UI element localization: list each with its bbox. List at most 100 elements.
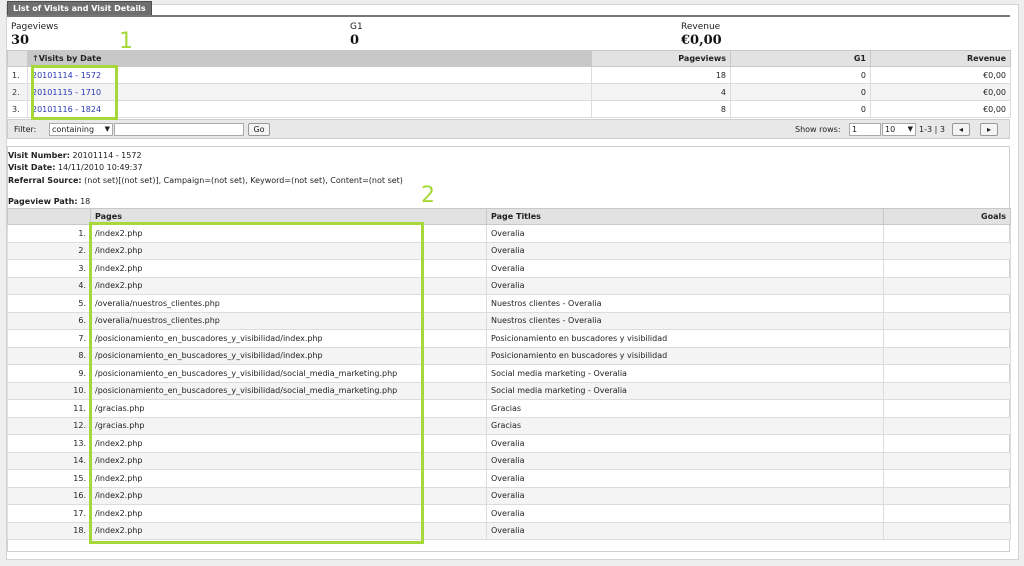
table-row: 16./index2.php Overalia — [7, 486, 1011, 505]
visit-cell: 20101114 - 1572 — [27, 66, 592, 84]
filter-label: Filter: — [14, 125, 37, 134]
g1-cell: 0 — [730, 83, 871, 101]
pageviews-header[interactable]: Pageviews — [591, 50, 731, 67]
page-title-cell: Overalia — [486, 486, 884, 505]
page-cell: /index2.php — [90, 224, 487, 243]
go-button[interactable]: Go — [248, 123, 270, 136]
table-row: 7./posicionamiento_en_buscadores_y_visib… — [7, 329, 1011, 348]
pages-header[interactable]: Pages — [90, 208, 487, 225]
page-title-cell: Overalia — [486, 504, 884, 523]
table-row: 6./overalia/nuestros_clientes.php Nuestro… — [7, 311, 1011, 330]
referral-line: Referral Source: (not set)[(not set)], C… — [8, 176, 403, 185]
filter-mode-value: containing — [52, 125, 95, 134]
page-titles-header[interactable]: Page Titles — [486, 208, 884, 225]
rows-per-page-value: 10 — [885, 125, 896, 134]
visit-number-label: Visit Number: — [8, 151, 70, 160]
page-cell: /gracias.php — [90, 416, 487, 435]
summary-label: Revenue — [681, 22, 721, 32]
table-row: 17./index2.php Overalia — [7, 504, 1011, 523]
visit-date-line: Visit Date: 14/11/2010 10:49:37 — [8, 163, 143, 172]
pageviews-cell: 4 — [591, 83, 731, 101]
row-index: 2. — [7, 241, 91, 260]
table-row: 2./index2.php Overalia — [7, 241, 1011, 260]
visit-number-line: Visit Number: 20101114 - 1572 — [8, 151, 142, 160]
goals-cell — [883, 504, 1011, 523]
page-title-cell: Overalia — [486, 434, 884, 453]
table-row: 10./posicionamiento_en_buscadores_y_visi… — [7, 381, 1011, 400]
pageview-path-value: 18 — [80, 197, 91, 206]
row-index: 3. — [7, 259, 91, 278]
row-index: 9. — [7, 364, 91, 383]
row-index: 15. — [7, 469, 91, 488]
goals-cell — [883, 364, 1011, 383]
next-page-button[interactable]: ▸ — [980, 123, 998, 136]
row-index: 16. — [7, 486, 91, 505]
filter-mode-select[interactable]: containing ▼ — [49, 123, 113, 136]
row-index: 5. — [7, 294, 91, 313]
start-row-input[interactable]: 1 — [849, 123, 881, 136]
chevron-left-icon: ◂ — [958, 125, 963, 134]
revenue-header[interactable]: Revenue — [870, 50, 1011, 67]
g1-header[interactable]: G1 — [730, 50, 871, 67]
chevron-down-icon: ▼ — [104, 125, 110, 133]
table-row: 18./index2.php Overalia — [7, 521, 1011, 540]
row-index: 3. — [7, 100, 28, 118]
page-title-cell: Overalia — [486, 224, 884, 243]
page-title-cell: Overalia — [486, 451, 884, 470]
summary-value: €0,00 — [681, 33, 722, 48]
page-title-cell: Social media marketing - Overalia — [486, 364, 884, 383]
row-index: 18. — [7, 521, 91, 540]
table-row: 13./index2.php Overalia — [7, 434, 1011, 453]
visit-link[interactable]: 20101116 - 1824 — [32, 105, 101, 114]
goals-cell — [883, 381, 1011, 400]
visits-header-row: ↑Visits by Date Pageviews G1 Revenue — [7, 50, 1011, 67]
filter-bar: Filter: containing ▼ Go Show rows: 1 10 … — [7, 119, 1010, 139]
visit-link[interactable]: 20101115 - 1710 — [32, 88, 101, 97]
show-rows-label: Show rows: — [795, 125, 841, 134]
page-cell: /overalia/nuestros_clientes.php — [90, 294, 487, 313]
goals-cell — [883, 486, 1011, 505]
index-header — [7, 50, 28, 67]
row-index: 17. — [7, 504, 91, 523]
page-title-cell: Overalia — [486, 469, 884, 488]
summary-g1: G1 0 — [350, 22, 363, 48]
page-title-cell: Overalia — [486, 259, 884, 278]
index-header — [7, 208, 91, 225]
pageview-path-label: Pageview Path: — [8, 197, 78, 206]
goals-cell — [883, 416, 1011, 435]
row-index: 2. — [7, 83, 28, 101]
pageview-path-table: Pages Page Titles Goals 1./index2.php Ove… — [7, 208, 1011, 540]
chevron-right-icon: ▸ — [986, 125, 991, 134]
table-row: 2. 20101115 - 1710 4 0 €0,00 — [7, 83, 1011, 101]
goals-cell — [883, 241, 1011, 260]
filter-input[interactable] — [114, 123, 244, 136]
row-index: 13. — [7, 434, 91, 453]
sort-arrow-icon: ↑ — [32, 54, 39, 63]
table-row: 14./index2.php Overalia — [7, 451, 1011, 470]
page-title-cell: Nuestros clientes - Overalia — [486, 311, 884, 330]
revenue-cell: €0,00 — [870, 100, 1011, 118]
goals-cell — [883, 259, 1011, 278]
prev-page-button[interactable]: ◂ — [952, 123, 970, 136]
annotation-number: 1 — [119, 29, 133, 54]
goals-cell — [883, 399, 1011, 418]
page-cell: /index2.php — [90, 486, 487, 505]
header-label: Visits by Date — [38, 54, 102, 63]
page-cell: /index2.php — [90, 434, 487, 453]
goals-header[interactable]: Goals — [883, 208, 1011, 225]
table-row: 15./index2.php Overalia — [7, 469, 1011, 488]
report-tab[interactable]: List of Visits and Visit Details — [7, 1, 152, 15]
visit-number-value: 20101114 - 1572 — [72, 151, 142, 160]
row-index: 4. — [7, 276, 91, 295]
rows-per-page-select[interactable]: 10 ▼ — [882, 123, 916, 136]
goals-cell — [883, 294, 1011, 313]
page-cell: /posicionamiento_en_buscadores_y_visibil… — [90, 364, 487, 383]
summary-value: 0 — [350, 33, 360, 48]
visits-by-date-header[interactable]: ↑Visits by Date — [27, 50, 592, 67]
pagination-range: 1-3 | 3 — [919, 125, 945, 134]
page-title-cell: Nuestros clientes - Overalia — [486, 294, 884, 313]
visit-link[interactable]: 20101114 - 1572 — [32, 71, 101, 80]
goals-cell — [883, 276, 1011, 295]
tab-divider — [7, 15, 1010, 17]
page-cell: /overalia/nuestros_clientes.php — [90, 311, 487, 330]
